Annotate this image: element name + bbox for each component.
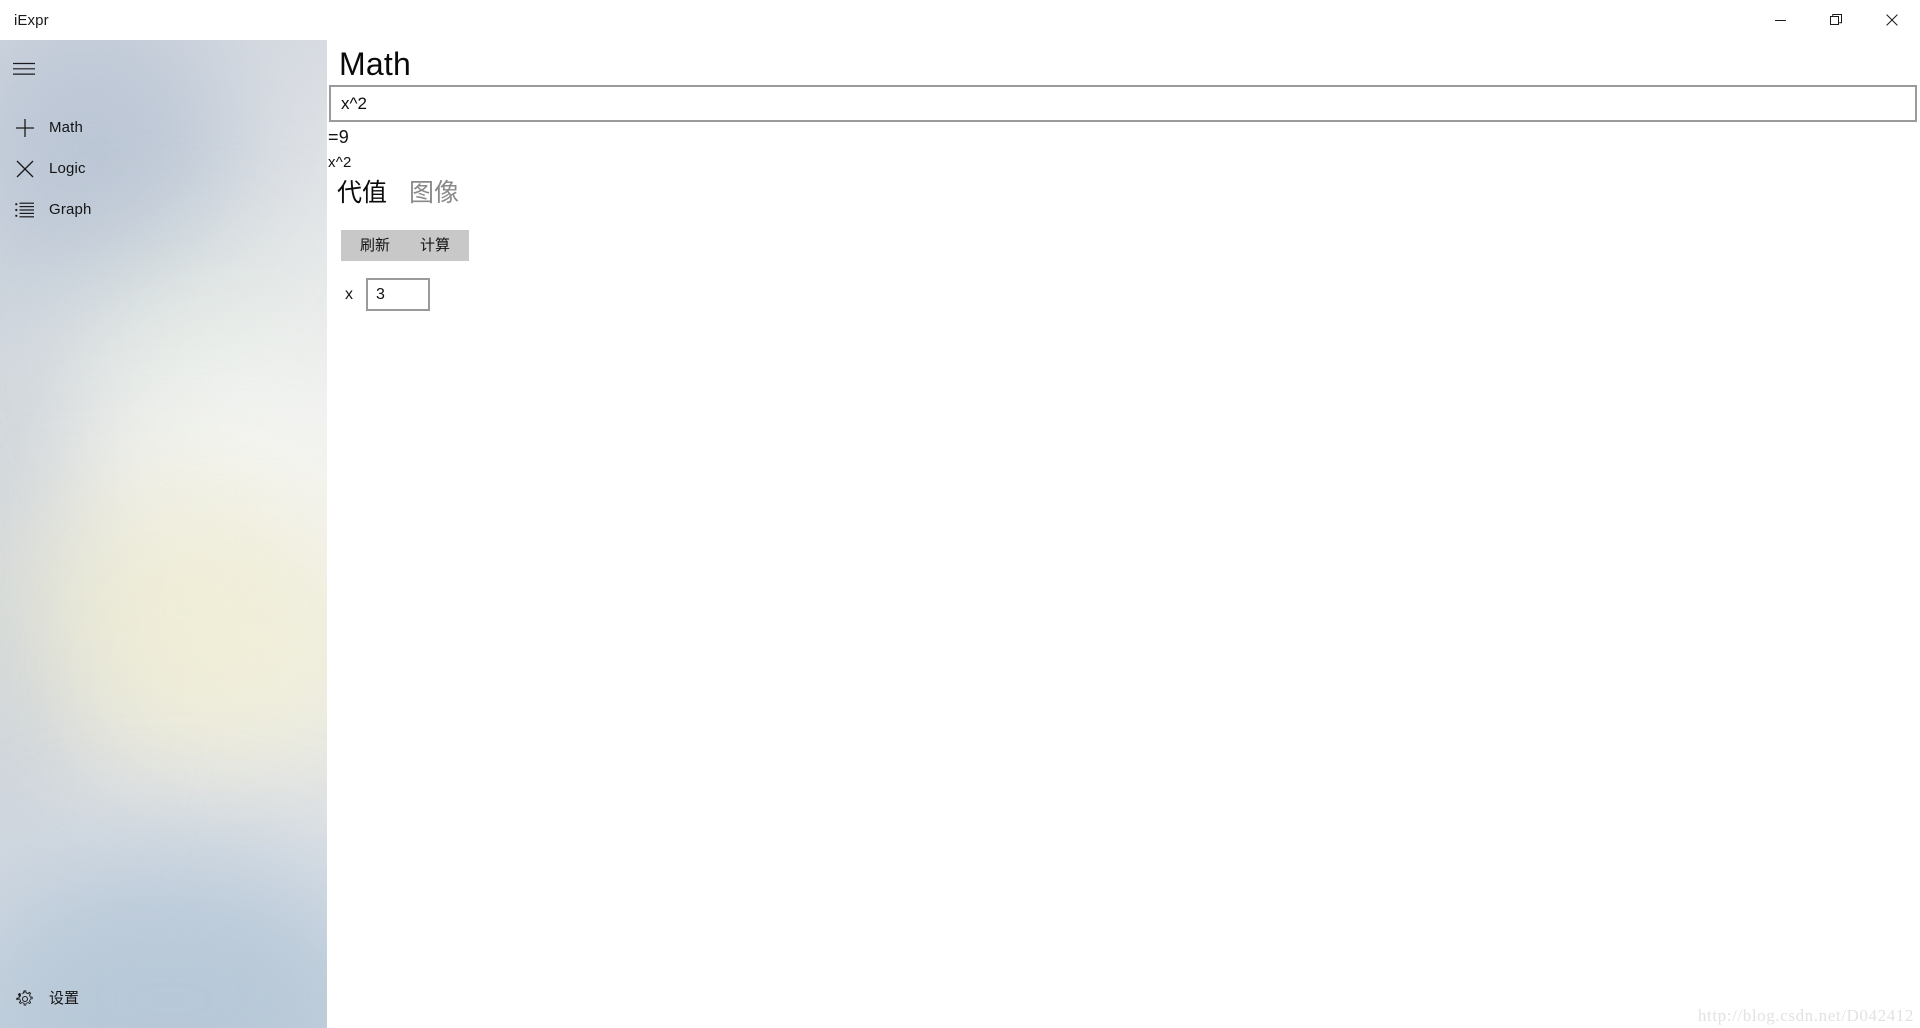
sidebar-item-graph[interactable]: Graph: [0, 189, 327, 230]
close-x-icon: [1, 160, 49, 178]
sidebar-item-math[interactable]: Math: [0, 107, 327, 148]
list-icon: [1, 202, 49, 218]
window-controls: [1752, 0, 1920, 40]
sidebar-settings-label: 设置: [49, 989, 80, 1007]
hamburger-menu-button[interactable]: [0, 45, 327, 93]
tab-graph[interactable]: 图像: [409, 180, 459, 207]
page-title: Math: [339, 46, 411, 82]
variable-value-input[interactable]: [366, 278, 430, 311]
gear-icon: [1, 989, 49, 1009]
variable-name-label: x: [345, 285, 353, 303]
restore-button[interactable]: [1808, 0, 1864, 40]
hamburger-menu-icon: [13, 62, 35, 75]
sidebar-item-label: Math: [49, 119, 83, 136]
minimize-icon: [1774, 19, 1786, 21]
sidebar: Math Logic Graph 设置: [0, 40, 327, 1028]
main-content: Math =9 x^2 代值 图像 刷新 计算 x http://blog.cs…: [327, 40, 1920, 1028]
app-title: iExpr: [14, 11, 49, 29]
app-window: iExpr Math Logic Graph 设置 Math x^2 =9 x^…: [0, 0, 1920, 1028]
sidebar-item-settings[interactable]: 设置: [0, 976, 327, 1021]
content-tabs: 代值 图像: [337, 180, 459, 207]
title-bar: iExpr: [0, 0, 1920, 40]
result-value: =9: [328, 127, 349, 147]
action-bar: 刷新 计算: [341, 230, 470, 261]
sidebar-item-logic[interactable]: Logic: [0, 148, 327, 189]
tab-substitute-value[interactable]: 代值: [337, 180, 387, 207]
refresh-button[interactable]: 刷新: [352, 234, 398, 257]
sidebar-nav-list: Math Logic Graph: [0, 107, 327, 230]
calculate-button[interactable]: 计算: [412, 234, 458, 257]
expression-echo: x^2: [328, 154, 352, 171]
variable-row: x: [345, 278, 430, 311]
sidebar-item-label: Graph: [49, 201, 92, 218]
close-icon: [1886, 14, 1898, 26]
minimize-button[interactable]: [1752, 0, 1808, 40]
restore-icon: [1830, 14, 1842, 25]
app-body: Math Logic Graph 设置 Math x^2 =9 x^2 代值 图…: [0, 40, 1920, 1028]
close-button[interactable]: [1864, 0, 1920, 40]
plus-icon: [1, 118, 49, 138]
sidebar-item-label: Logic: [49, 160, 86, 177]
watermark-text: http://blog.csdn.net/D042412: [1697, 1006, 1914, 1025]
expression-input[interactable]: [329, 85, 1917, 122]
